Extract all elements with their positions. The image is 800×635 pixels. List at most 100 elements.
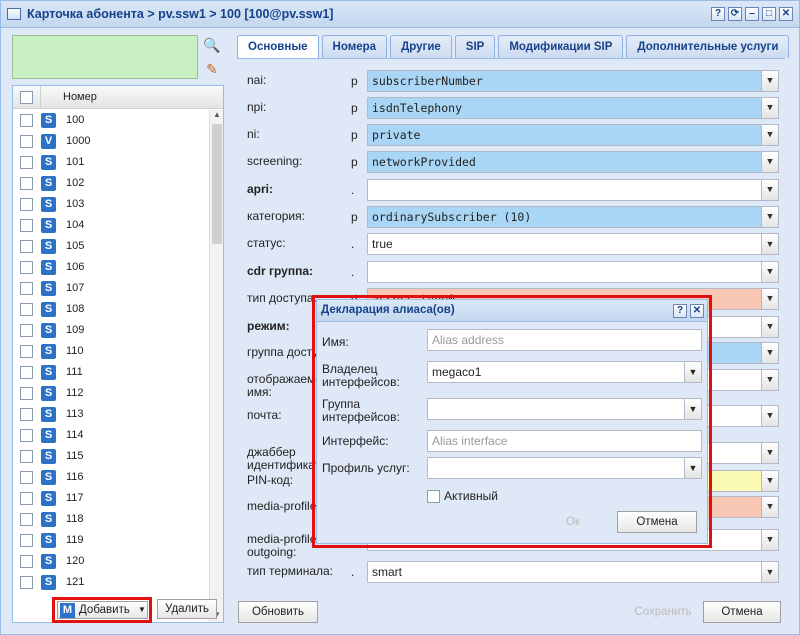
list-item[interactable]: S 103 [13, 194, 209, 215]
row-checkbox[interactable] [20, 198, 33, 211]
row-checkbox[interactable] [20, 513, 33, 526]
chevron-down-icon[interactable]: ▼ [761, 98, 778, 118]
window-titlebar[interactable]: Карточка абонента > pv.ssw1 > 100 [100@p… [1, 1, 799, 28]
chevron-down-icon[interactable]: ▼ [761, 530, 778, 550]
list-item[interactable]: S 116 [13, 467, 209, 488]
list-item[interactable]: S 105 [13, 236, 209, 257]
row-checkbox[interactable] [20, 429, 33, 442]
row-checkbox[interactable] [20, 492, 33, 505]
row-checkbox[interactable] [20, 555, 33, 568]
owner-select[interactable]: megaco1 ▼ [427, 361, 702, 383]
chevron-down-icon[interactable]: ▼ [761, 562, 778, 582]
add-button[interactable]: M Добавить ▼ [57, 601, 148, 619]
column-header-number[interactable]: Номер [63, 91, 97, 103]
search-icon[interactable]: 🔍 [202, 35, 222, 55]
field-select[interactable]: true ▼ [367, 233, 779, 255]
list-item[interactable]: S 111 [13, 362, 209, 383]
list-item[interactable]: V 1000 [13, 131, 209, 152]
active-checkbox[interactable] [427, 490, 440, 504]
alias-interface-input[interactable]: Alias interface [427, 430, 702, 452]
row-checkbox[interactable] [20, 366, 33, 379]
list-item[interactable]: S 106 [13, 257, 209, 278]
chevron-down-icon[interactable]: ▼ [761, 125, 778, 145]
list-item[interactable]: S 109 [13, 320, 209, 341]
search-filter-box[interactable] [12, 35, 198, 79]
ok-button[interactable]: Ок [533, 511, 613, 533]
list-item[interactable]: S 121 [13, 572, 209, 593]
chevron-down-icon[interactable]: ▼ [684, 399, 701, 419]
chevron-down-icon[interactable]: ▼ [761, 343, 778, 363]
tab-4[interactable]: Модификации SIP [498, 35, 624, 58]
list-item[interactable]: S 113 [13, 404, 209, 425]
chevron-down-icon[interactable]: ▼ [761, 207, 778, 227]
minimize-icon[interactable]: – [745, 7, 759, 21]
list-item[interactable]: S 118 [13, 509, 209, 530]
row-checkbox[interactable] [20, 534, 33, 547]
alias-name-input[interactable]: Alias address [427, 329, 702, 351]
cancel-button[interactable]: Отмена [703, 601, 781, 623]
chevron-down-icon[interactable]: ▼ [761, 71, 778, 91]
row-checkbox[interactable] [20, 345, 33, 358]
field-select[interactable]: ordinarySubscriber (10) ▼ [367, 206, 779, 228]
field-select[interactable]: ▼ [367, 261, 779, 283]
edit-pencil-icon[interactable]: ✎ [202, 59, 222, 79]
chevron-down-icon[interactable]: ▼ [761, 406, 778, 426]
list-scrollbar[interactable]: ▲ ▼ [209, 110, 223, 622]
field-select[interactable]: isdnTelephony ▼ [367, 97, 779, 119]
chevron-down-icon[interactable]: ▼ [684, 362, 701, 382]
delete-button[interactable]: Удалить [157, 599, 217, 619]
list-item[interactable]: S 104 [13, 215, 209, 236]
row-checkbox[interactable] [20, 471, 33, 484]
chevron-down-icon[interactable]: ▼ [761, 317, 778, 337]
list-item[interactable]: S 115 [13, 446, 209, 467]
list-item[interactable]: S 101 [13, 152, 209, 173]
tab-0[interactable]: Основные [237, 35, 319, 59]
list-item[interactable]: S 100 [13, 110, 209, 131]
refresh-button[interactable]: Обновить [238, 601, 318, 623]
list-item[interactable]: S 114 [13, 425, 209, 446]
tab-1[interactable]: Номера [321, 35, 388, 58]
list-item[interactable]: S 119 [13, 530, 209, 551]
help-icon[interactable]: ? [711, 7, 725, 21]
active-checkbox-row[interactable]: Активный [427, 489, 498, 504]
list-item[interactable]: S 102 [13, 173, 209, 194]
chevron-down-icon[interactable]: ▼ [761, 497, 778, 517]
row-checkbox[interactable] [20, 135, 33, 148]
field-select[interactable]: private ▼ [367, 124, 779, 146]
list-item[interactable]: S 108 [13, 299, 209, 320]
close-icon[interactable]: ✕ [690, 304, 704, 318]
select-all-checkbox[interactable] [20, 91, 33, 104]
tab-2[interactable]: Другие [390, 35, 452, 58]
chevron-down-icon[interactable]: ▼ [761, 152, 778, 172]
scroll-thumb[interactable] [212, 124, 222, 244]
close-icon[interactable]: ✕ [779, 7, 793, 21]
row-checkbox[interactable] [20, 576, 33, 589]
chevron-down-icon[interactable]: ▼ [761, 370, 778, 390]
help-icon[interactable]: ? [673, 304, 687, 318]
chevron-down-icon[interactable]: ▼ [761, 262, 778, 282]
list-item[interactable]: S 110 [13, 341, 209, 362]
group-select[interactable]: ▼ [427, 398, 702, 420]
row-checkbox[interactable] [20, 177, 33, 190]
refresh-icon[interactable]: ⟳ [728, 7, 742, 21]
field-select[interactable]: smart ▼ [367, 561, 779, 583]
chevron-down-icon[interactable]: ▼ [138, 605, 146, 614]
row-checkbox[interactable] [20, 282, 33, 295]
list-item[interactable]: S 120 [13, 551, 209, 572]
save-button[interactable]: Сохранить [623, 601, 703, 623]
field-select[interactable]: subscriberNumber ▼ [367, 70, 779, 92]
row-checkbox[interactable] [20, 303, 33, 316]
chevron-down-icon[interactable]: ▼ [761, 289, 778, 309]
scroll-up-icon[interactable]: ▲ [210, 110, 224, 122]
row-checkbox[interactable] [20, 261, 33, 274]
profile-select[interactable]: ▼ [427, 457, 702, 479]
chevron-down-icon[interactable]: ▼ [684, 458, 701, 478]
list-item[interactable]: S 117 [13, 488, 209, 509]
dialog-titlebar[interactable]: Декларация алиаса(ов) ? ✕ [317, 300, 707, 322]
field-select[interactable]: networkProvided ▼ [367, 151, 779, 173]
field-select[interactable]: ▼ [367, 179, 779, 201]
tab-5[interactable]: Дополнительные услуги [626, 35, 790, 58]
chevron-down-icon[interactable]: ▼ [761, 443, 778, 463]
list-item[interactable]: S 112 [13, 383, 209, 404]
row-checkbox[interactable] [20, 114, 33, 127]
